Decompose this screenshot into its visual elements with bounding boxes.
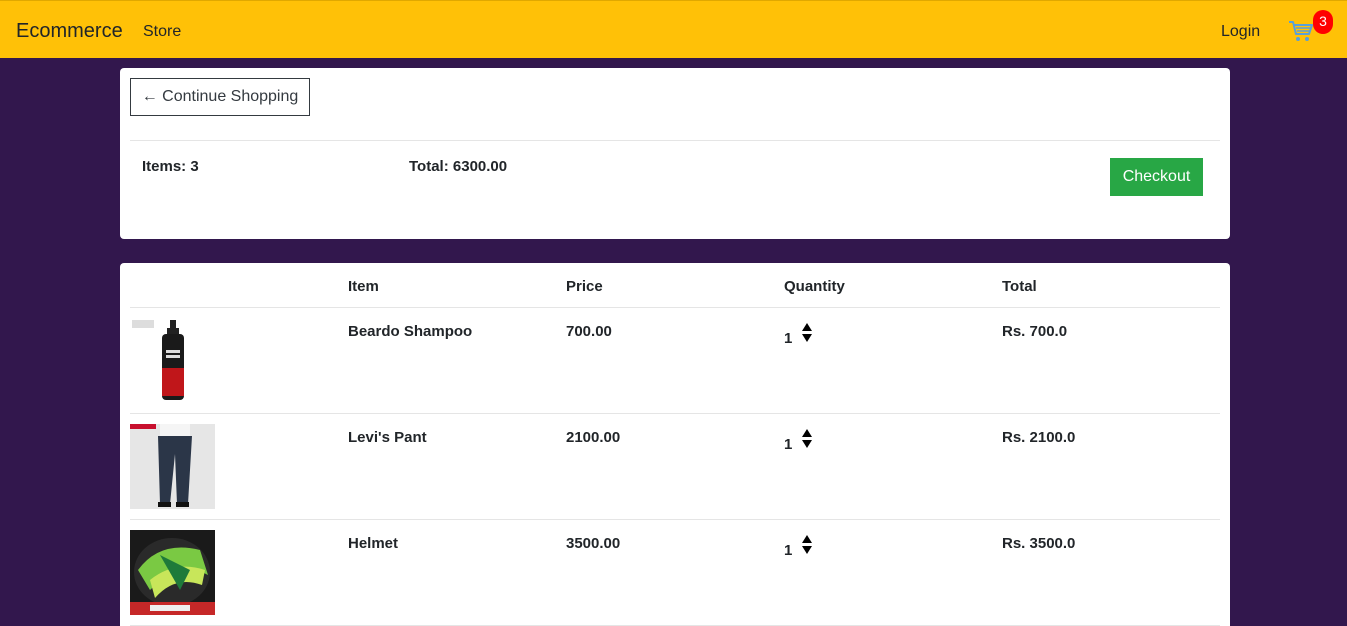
header-quantity: Quantity xyxy=(784,278,845,295)
items-count: Items: 3 xyxy=(142,158,199,175)
item-total: Rs. 2100.0 xyxy=(1002,429,1076,446)
continue-shopping-button[interactable]: ← Continue Shopping xyxy=(130,78,310,116)
cart-items-table: Item Price Quantity Total Beardo Shampoo… xyxy=(120,263,1230,626)
increase-quantity-icon[interactable] xyxy=(802,323,812,331)
cart-count-badge: 3 xyxy=(1313,10,1333,34)
divider xyxy=(130,519,1220,520)
header-price: Price xyxy=(566,278,603,295)
decrease-quantity-icon[interactable] xyxy=(802,334,812,342)
divider xyxy=(130,307,1220,308)
increase-quantity-icon[interactable] xyxy=(802,429,812,437)
login-link[interactable]: Login xyxy=(1221,23,1260,41)
item-name: Helmet xyxy=(348,535,399,552)
product-image-pant xyxy=(130,424,215,509)
product-image-shampoo xyxy=(130,318,215,403)
brand-link[interactable]: Ecommerce xyxy=(16,20,123,43)
divider xyxy=(130,140,1220,141)
cart-summary: ← Continue Shopping Items: 3 Total: 6300… xyxy=(120,68,1230,239)
product-image-helmet xyxy=(130,530,215,615)
checkout-button[interactable]: Checkout xyxy=(1110,158,1203,196)
item-quantity: 1 xyxy=(784,542,793,559)
item-total: Rs. 3500.0 xyxy=(1002,535,1076,552)
header-item: Item xyxy=(348,278,379,295)
decrease-quantity-icon[interactable] xyxy=(802,440,812,448)
store-link[interactable]: Store xyxy=(143,23,181,41)
navbar: Ecommerce Store Login 3 xyxy=(0,0,1347,58)
decrease-quantity-icon[interactable] xyxy=(802,546,812,554)
item-name: Beardo Shampoo xyxy=(348,323,473,340)
item-name: Levi's Pant xyxy=(348,429,427,446)
item-total: Rs. 700.0 xyxy=(1002,323,1068,340)
item-quantity: 1 xyxy=(784,330,793,347)
item-quantity: 1 xyxy=(784,436,793,453)
item-price: 3500.00 xyxy=(566,535,621,552)
increase-quantity-icon[interactable] xyxy=(802,535,812,543)
header-total: Total xyxy=(1002,278,1037,295)
item-price: 2100.00 xyxy=(566,429,621,446)
item-price: 700.00 xyxy=(566,323,612,340)
divider xyxy=(130,413,1220,414)
cart-total: Total: 6300.00 xyxy=(409,158,508,175)
cart-icon[interactable] xyxy=(1288,19,1314,43)
